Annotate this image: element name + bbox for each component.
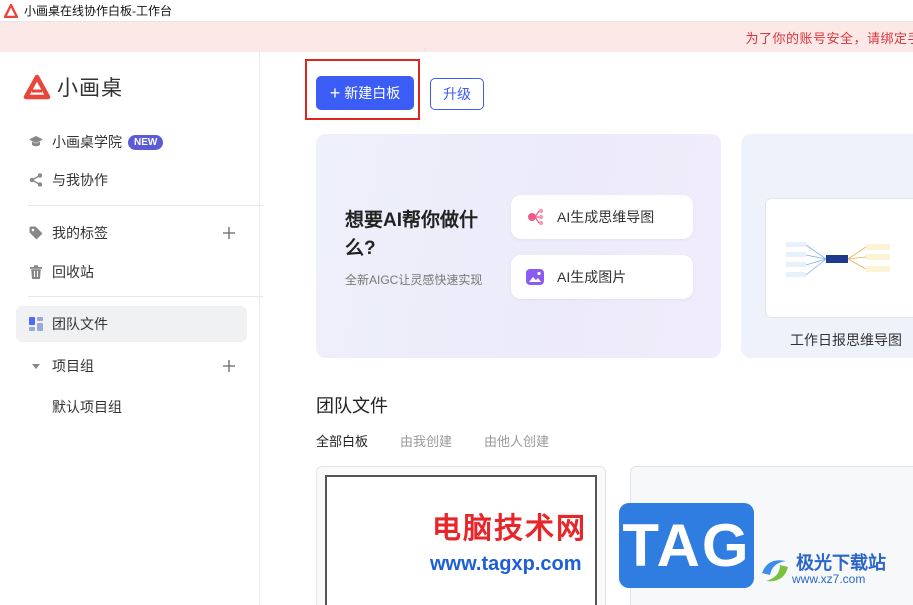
template-thumbnail <box>765 198 913 318</box>
ai-subtitle: 全新AIGC让灵感快速实现 <box>345 273 483 287</box>
tab-created-by-me[interactable]: 由我创建 <box>400 431 452 450</box>
tag-icon <box>28 225 44 241</box>
sidebar-divider <box>28 205 263 206</box>
share-icon <box>28 172 44 188</box>
sidebar-item-project-group[interactable]: 项目组 <box>16 348 247 384</box>
mindmap-icon <box>528 208 544 226</box>
site-name: 极光下载站 <box>796 553 886 573</box>
sidebar-item-label: 与我协作 <box>52 172 108 188</box>
sidebar-item-label: 回收站 <box>52 264 94 280</box>
site-url: www.xz7.com <box>792 572 866 586</box>
sidebar-item-shared[interactable]: 与我协作 <box>16 162 247 198</box>
add-tag-plus-icon[interactable] <box>219 223 239 243</box>
logo[interactable]: 小画桌 <box>23 72 123 102</box>
logo-text: 小画桌 <box>57 77 123 100</box>
app-logo-icon <box>4 3 18 18</box>
banner-text: 为了你的账号安全，请绑定手 <box>745 30 913 46</box>
caret-down-icon[interactable] <box>28 358 44 374</box>
mindmap-preview-image <box>786 242 890 277</box>
trash-icon <box>28 264 44 280</box>
sidebar-item-default-project[interactable]: 默认项目组 <box>52 397 122 417</box>
watermark-tag-logo: TAG <box>619 503 754 588</box>
team-files-icon <box>28 316 44 332</box>
image-icon <box>526 269 544 285</box>
upgrade-button[interactable]: 升级 <box>430 78 484 110</box>
section-title: 团队文件 <box>316 396 388 416</box>
ai-headline: 想要AI帮你做什么? <box>345 210 479 259</box>
tab-all-boards[interactable]: 全部白板 <box>316 431 368 450</box>
graduation-cap-icon <box>28 134 44 150</box>
sidebar-item-team-files[interactable]: 团队文件 <box>16 306 247 342</box>
ai-mindmap-button[interactable]: AI生成思维导图 <box>511 195 693 239</box>
ai-promo-card: 想要AI帮你做什么? 全新AIGC让灵感快速实现 AI生成思维导图 AI生成图片 <box>316 134 721 358</box>
site-logo-icon <box>762 560 788 582</box>
plus-icon: + <box>329 83 341 103</box>
ai-image-label: AI生成图片 <box>557 269 627 285</box>
watermark-site: 极光下载站 www.xz7.com <box>758 553 886 587</box>
watermark-url: www.tagxp.com <box>430 553 582 575</box>
sidebar-divider <box>28 296 263 297</box>
new-board-label: 新建白板 <box>344 85 401 101</box>
window-title: 小画桌在线协作白板-工作台 <box>24 4 172 18</box>
watermark-text: 电脑技术网 <box>432 513 588 545</box>
sidebar-item-academy[interactable]: 小画桌学院 NEW <box>16 124 247 160</box>
add-project-plus-icon[interactable] <box>219 356 239 376</box>
sidebar: 小画桌 小画桌学院 NEW 与我协作 我的标签 回收站 团队文件 项目组 默认项… <box>0 52 263 605</box>
sidebar-item-label: 我的标签 <box>52 225 108 241</box>
new-badge: NEW <box>128 134 164 150</box>
sidebar-item-label: 团队文件 <box>52 316 108 332</box>
sidebar-item-label: 项目组 <box>52 358 94 374</box>
app-window: 小画桌在线协作白板-工作台 为了你的账号安全，请绑定手 小画桌 小画桌学院 NE… <box>0 0 913 605</box>
security-banner[interactable]: 为了你的账号安全，请绑定手 <box>0 22 913 52</box>
template-card[interactable]: 工作日报思维导图 <box>741 134 913 358</box>
title-bar: 小画桌在线协作白板-工作台 <box>0 0 913 22</box>
filter-tabs: 全部白板 由我创建 由他人创建 <box>316 431 581 450</box>
tab-created-by-others[interactable]: 由他人创建 <box>484 431 549 450</box>
sidebar-item-tags[interactable]: 我的标签 <box>16 215 247 251</box>
sidebar-item-trash[interactable]: 回收站 <box>16 254 247 290</box>
ai-image-button[interactable]: AI生成图片 <box>511 255 693 299</box>
red-triangle-logo-icon <box>23 74 51 100</box>
ai-mindmap-label: AI生成思维导图 <box>557 209 655 225</box>
sidebar-item-label: 小画桌学院 <box>52 134 122 150</box>
template-label: 工作日报思维导图 <box>790 332 902 348</box>
new-board-button[interactable]: + 新建白板 <box>316 76 414 110</box>
